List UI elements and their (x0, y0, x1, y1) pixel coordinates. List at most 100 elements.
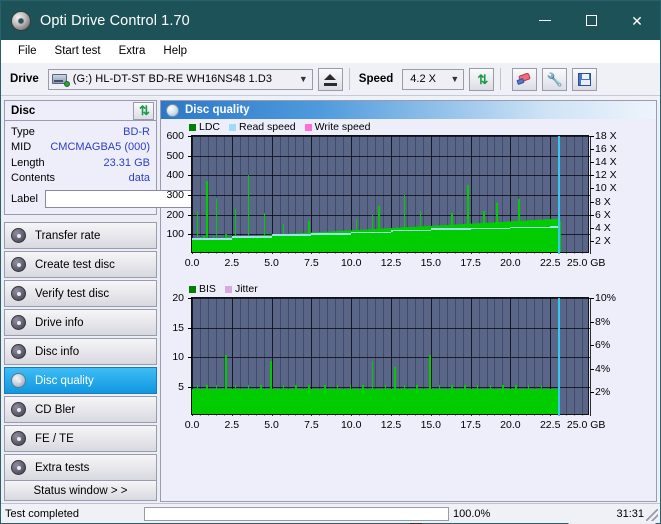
sidebar-item-drive-info[interactable]: Drive info (4, 309, 157, 336)
y2-axis-tick-label: 6 X (595, 208, 611, 221)
legend-swatch-read-speed (229, 123, 237, 131)
disc-refresh-button[interactable]: ⇅ (133, 101, 154, 120)
y-axis-tick-label: 600 (166, 130, 184, 142)
y-axis-tick (188, 234, 192, 236)
y2-axis-tick (590, 240, 594, 242)
charts-region: LDC Read speed Write speed 600 500 400 300 2… (161, 119, 656, 443)
x-axis-tick-label: 17.5 (460, 257, 481, 269)
disc-test-icon (11, 431, 26, 446)
y2-axis-tick-label: 8 X (595, 195, 611, 208)
y2-axis-tick (590, 227, 594, 229)
sidebar-item-verify-test-disc[interactable]: Verify test disc (4, 280, 157, 307)
close-button[interactable]: ✕ (614, 1, 660, 40)
disc-length-label: Length (11, 156, 45, 169)
menu-item-extra[interactable]: Extra (110, 43, 155, 59)
x-axis-tick-label: 10.0 (340, 419, 362, 431)
sidebar-item-create-test-disc[interactable]: Create test disc (4, 251, 157, 278)
disc-mid-label: MID (11, 141, 32, 154)
sidebar-item-label: Drive info (35, 316, 84, 329)
sidebar-item-extra-tests[interactable]: Extra tests (4, 454, 157, 481)
y2-axis-tick (590, 368, 594, 370)
refresh-button[interactable]: ⇅ (469, 67, 495, 91)
erase-icon (516, 71, 532, 85)
resize-grip-icon[interactable] (646, 509, 658, 521)
legend-swatch-ldc (189, 123, 196, 131)
data-line-segment (470, 227, 511, 230)
drive-select[interactable]: (G:) HL-DT-ST BD-RE WH16NS48 1.D3 ▼ (47, 68, 313, 90)
erase-button[interactable] (512, 67, 538, 91)
data-bar (559, 220, 562, 252)
y-axis-tick (188, 155, 192, 157)
y2-axis-tick-label: 2 X (595, 234, 611, 247)
sidebar-nav: Transfer rate Create test disc Verify te… (4, 222, 157, 481)
y-axis-tick (188, 327, 192, 329)
gridline-horizontal (192, 155, 590, 157)
y-axis-tick (188, 214, 192, 216)
sidebar-item-transfer-rate[interactable]: Transfer rate (4, 222, 157, 249)
data-line-segment (391, 229, 431, 232)
menu-bar: File Start test Extra Help (1, 40, 660, 63)
y2-axis-tick (590, 188, 594, 190)
sidebar-item-label: Verify test disc (35, 287, 110, 300)
x-axis-tick-label: 20.0 (500, 419, 521, 431)
disc-row-mid: MID CMCMAGBA5 (000) (11, 140, 150, 156)
data-line-segment (510, 226, 551, 229)
sidebar-item-disc-info[interactable]: Disc info (4, 338, 157, 365)
tools-button[interactable]: 🔧 (542, 67, 568, 91)
disc-test-icon (11, 402, 26, 417)
chart-top[interactable]: 600 500 400 300 200 100 18 X 16 X 14 X 12 X 10 X8 … (161, 130, 656, 281)
disc-test-icon (11, 344, 26, 359)
y2-axis-tick (590, 201, 594, 203)
progress-percent: 100.0% (453, 507, 491, 520)
legend-label-write-speed: Write speed (314, 121, 371, 133)
x-axis-tick-label: 5.0 (264, 257, 279, 269)
x-axis-tick-label: 12.5 (380, 419, 402, 431)
data-line-segment (351, 231, 391, 234)
y-axis-tick-label: 100 (166, 228, 184, 241)
menu-item-start-test[interactable]: Start test (46, 43, 110, 59)
y2-axis-tick (590, 214, 594, 216)
y-axis-tick-label: 200 (166, 208, 184, 221)
speed-label: Speed (358, 73, 394, 85)
chart-bottom-legend: BIS Jitter (161, 283, 656, 295)
y2-axis-tick-label: 4% (595, 362, 611, 375)
y2-axis-tick-label: 4 X (595, 221, 611, 234)
disc-contents-value: data (128, 172, 150, 185)
y2-axis-tick-label: 12 X (595, 169, 617, 182)
sidebar-item-cd-bler[interactable]: CD Bler (4, 396, 157, 423)
data-line-segment (430, 228, 471, 230)
minimize-button[interactable] (522, 1, 568, 40)
maximize-button[interactable] (568, 1, 614, 40)
chart-bottom[interactable]: 20 15 10 5 10% 8% 6% 4% 2% 0.0 2.5 5.0 7.5 10.0 12.5 15… (161, 292, 656, 443)
toolbar-separator-1 (348, 68, 350, 90)
window-title: Opti Drive Control 1.70 (40, 12, 190, 29)
data-line-segment (231, 236, 272, 238)
x-axis-tick-label: 0.0 (184, 257, 200, 269)
sidebar-item-fe-te[interactable]: FE / TE (4, 425, 157, 452)
eject-button[interactable] (317, 67, 343, 91)
toolbar: Drive (G:) HL-DT-ST BD-RE WH16NS48 1.D3 … (1, 63, 660, 96)
save-button[interactable] (572, 67, 598, 91)
data-baseline-band (192, 389, 560, 414)
y-axis-tick-label: 400 (166, 169, 184, 182)
legend-swatch-jitter (224, 285, 232, 293)
y2-axis-tick-label: 10 X (595, 182, 617, 195)
x-axis-tick-label: 2.5 (224, 419, 240, 431)
sidebar: Disc ⇅ Type BD-R MID CMCMAGBA5 (000) Len… (1, 97, 248, 505)
y2-axis-tick (590, 175, 594, 177)
y2-axis-tick-label: 10% (595, 292, 617, 304)
x-axis-tick-label: 7.5 (304, 257, 319, 269)
y-axis-tick (188, 357, 192, 358)
speed-select[interactable]: 4.2 X ▼ (402, 68, 465, 90)
menu-item-help[interactable]: Help (154, 43, 196, 59)
gridline-vertical (590, 136, 591, 254)
menu-item-file[interactable]: File (9, 43, 46, 59)
x-axis-tick-label: 10.0 (340, 257, 362, 269)
drive-select-value: (G:) HL-DT-ST BD-RE WH16NS48 1.D3 (72, 73, 273, 85)
x-axis-tick-label: 2.5 (224, 257, 240, 269)
x-axis-tick-label: 5.0 (264, 419, 279, 431)
sidebar-item-disc-quality[interactable]: Disc quality (4, 367, 157, 394)
disc-row-length: Length 23.31 GB (11, 155, 150, 171)
status-window-button[interactable]: Status window > > (4, 480, 157, 501)
y-axis-tick (188, 136, 192, 137)
